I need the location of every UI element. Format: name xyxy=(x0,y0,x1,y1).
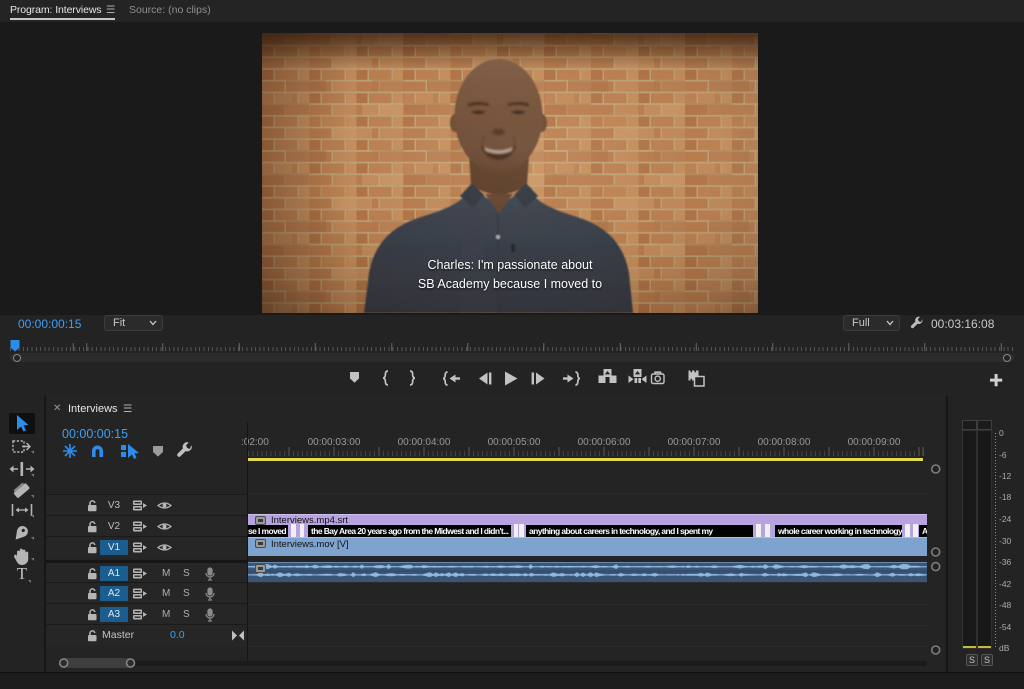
svg-text:T: T xyxy=(17,564,28,583)
